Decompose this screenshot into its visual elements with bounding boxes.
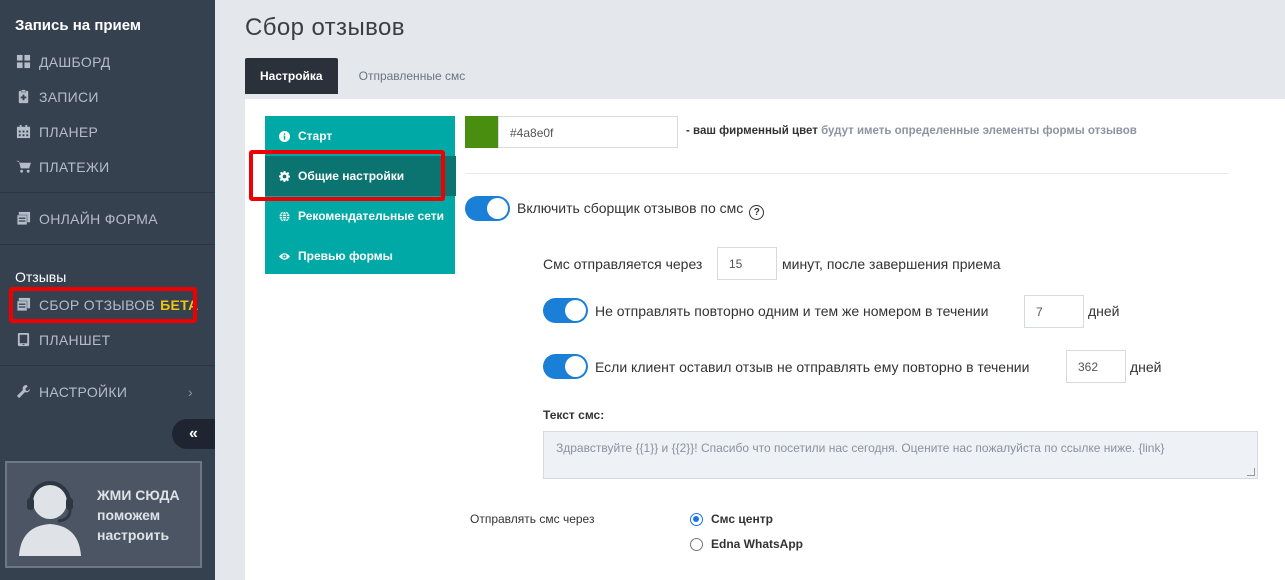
- sms-send-suffix: минут, после завершения приема: [782, 256, 1001, 272]
- support-agent-icon: [19, 480, 81, 556]
- eye-icon: [279, 252, 290, 260]
- side-menu-label: Превью формы: [298, 249, 393, 263]
- sidebar-divider: [0, 244, 215, 245]
- sidebar-item-label: ПЛАНШЕТ: [39, 331, 111, 348]
- tab-settings[interactable]: Настройка: [245, 58, 338, 94]
- sidebar-item-dashboard[interactable]: ДАШБОРД: [0, 44, 215, 79]
- label-text: Включить сборщик отзывов по смс: [517, 200, 744, 216]
- cart-icon: [15, 159, 31, 175]
- sidebar-item-payments[interactable]: ПЛАТЕЖИ: [0, 149, 215, 184]
- sidebar-item-label: ПЛАНЕР: [39, 123, 99, 140]
- dashboard-grid-icon: [15, 54, 31, 70]
- chevron-right-icon: ›: [188, 383, 193, 400]
- sidebar-item-label: ЗАПИСИ: [39, 88, 99, 105]
- collapse-sidebar-button[interactable]: «: [172, 419, 215, 449]
- brand-color-input[interactable]: #4a8e0f: [498, 116, 678, 148]
- reviewed-days-input[interactable]: 362: [1066, 350, 1126, 383]
- brand-color-hint: - ваш фирменный цвет будут иметь определ…: [686, 125, 1137, 137]
- tab-sent-sms[interactable]: Отправленные смс: [344, 58, 481, 94]
- side-menu-label: Рекомендательные сети: [298, 209, 444, 223]
- side-menu-item-recommendation-networks[interactable]: Рекомендательные сети: [265, 196, 455, 236]
- sidebar-item-label: ДАШБОРД: [39, 53, 111, 70]
- enable-sms-collector-label: Включить сборщик отзывов по смс?: [517, 200, 765, 220]
- content-panel: Старт Общие настройки Рекомендательные с…: [245, 99, 1285, 580]
- sidebar-divider: [0, 365, 215, 366]
- sidebar-item-tablet[interactable]: ПЛАНШЕТ: [0, 322, 215, 357]
- info-icon: [279, 130, 290, 142]
- no-repeat-label: Не отправлять повторно одним и тем же но…: [595, 303, 989, 319]
- help-line: поможем: [97, 506, 161, 523]
- highlight-box: [249, 150, 445, 201]
- sms-text-label: Текст смс:: [543, 408, 605, 422]
- sidebar-item-online-form[interactable]: ОНЛАЙН ФОРМА: [0, 201, 215, 236]
- hint-text: - ваш фирменный цвет: [686, 125, 818, 137]
- wrench-icon: [15, 384, 31, 400]
- radio-label: Смс центр: [711, 512, 773, 526]
- radio-dot[interactable]: [690, 537, 703, 551]
- no-repeat-toggle[interactable]: [543, 298, 588, 323]
- reviewed-no-repeat-label: Если клиент оставил отзыв не отправлять …: [595, 359, 1030, 375]
- radio-sms-center[interactable]: Смс центр: [690, 512, 773, 526]
- sidebar-item-records[interactable]: ЗАПИСИ: [0, 79, 215, 114]
- page-title: Сбор отзывов: [245, 14, 405, 41]
- highlight-box: [9, 287, 197, 323]
- no-repeat-days-input[interactable]: 7: [1024, 295, 1084, 328]
- send-via-label: Отправлять смс через: [470, 512, 595, 526]
- sms-text-textarea[interactable]: Здравствуйте {{1}} и {{2}}! Спасибо что …: [543, 431, 1258, 479]
- days-label: дней: [1130, 359, 1162, 375]
- form-icon: [15, 211, 31, 227]
- brand-color-swatch[interactable]: [465, 116, 498, 148]
- help-line: настроить: [97, 526, 170, 543]
- sidebar-item-settings[interactable]: НАСТРОЙКИ ›: [0, 374, 215, 409]
- help-banner-text: ЖМИ СЮДА поможем настроить: [97, 485, 180, 545]
- sidebar: Запись на прием ДАШБОРД ЗАПИСИ ПЛАНЕР ПЛ…: [0, 0, 215, 580]
- tablet-icon: [15, 332, 31, 348]
- radio-edna-whatsapp[interactable]: Edna WhatsApp: [690, 537, 803, 551]
- sms-send-prefix: Смс отправляется через: [543, 256, 703, 272]
- calendar-icon: [15, 124, 31, 140]
- help-line: ЖМИ СЮДА: [97, 486, 180, 503]
- divider: [465, 173, 1228, 174]
- tab-bar: Настройка Отправленные смс: [245, 58, 480, 94]
- sidebar-item-label: ПЛАТЕЖИ: [39, 158, 110, 175]
- sidebar-item-label: НАСТРОЙКИ: [39, 383, 128, 400]
- globe-icon: [279, 210, 290, 222]
- radio-dot-selected[interactable]: [690, 512, 703, 526]
- help-icon[interactable]: ?: [749, 205, 765, 220]
- sidebar-section-reviews: Отзывы: [15, 269, 67, 285]
- side-menu-item-form-preview[interactable]: Превью формы: [265, 236, 455, 276]
- days-label: дней: [1088, 303, 1120, 319]
- main-area: Сбор отзывов Настройка Отправленные смс …: [215, 0, 1285, 580]
- clipboard-icon: [15, 89, 31, 105]
- enable-sms-collector-toggle[interactable]: [465, 196, 510, 221]
- sms-send-minutes-input[interactable]: 15: [717, 247, 777, 280]
- hint-text-muted: будут иметь определенные элементы формы …: [821, 125, 1137, 137]
- sidebar-divider: [0, 192, 215, 193]
- radio-label: Edna WhatsApp: [711, 537, 803, 551]
- help-banner[interactable]: ЖМИ СЮДА поможем настроить: [5, 461, 202, 568]
- sidebar-item-planner[interactable]: ПЛАНЕР: [0, 114, 215, 149]
- sidebar-item-label: ОНЛАЙН ФОРМА: [39, 210, 158, 227]
- side-menu-label: Старт: [298, 129, 333, 143]
- reviewed-no-repeat-toggle[interactable]: [543, 354, 588, 379]
